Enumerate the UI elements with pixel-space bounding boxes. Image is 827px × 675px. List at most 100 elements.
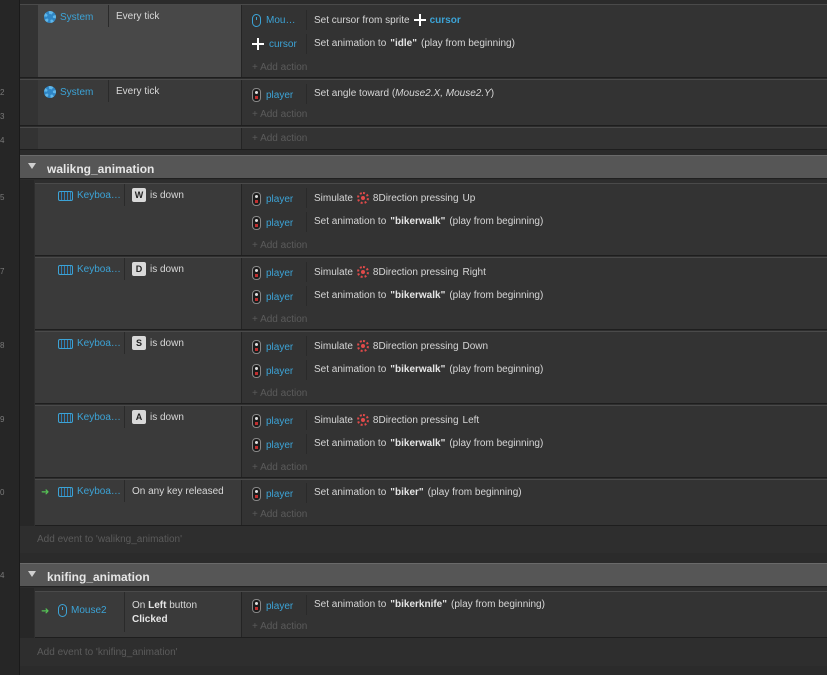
add-action-link[interactable]: + Add action	[252, 462, 307, 473]
condition-object[interactable]: System	[44, 11, 93, 23]
action-object[interactable]: player	[252, 487, 308, 501]
action-row[interactable]: player Simulate 8Direction pressing Down	[242, 334, 827, 358]
action-row[interactable]: player Set animation to "bikerwalk" (pla…	[242, 210, 827, 234]
condition-text[interactable]: W is down	[132, 188, 184, 202]
action-object[interactable]: player	[252, 340, 308, 354]
condition-object[interactable]: Keyboa…	[58, 412, 121, 423]
player-sprite-icon	[252, 216, 261, 230]
action-text[interactable]: Set animation to "biker" (play from begi…	[314, 487, 522, 498]
add-action-link[interactable]: + Add action	[252, 133, 307, 144]
add-action-link[interactable]: + Add action	[252, 509, 307, 520]
action-object[interactable]: player	[252, 192, 308, 206]
action-row[interactable]: player Simulate 8Direction pressing Left	[242, 408, 827, 432]
action-object-label: cursor	[269, 38, 297, 50]
condition-area[interactable]: System Every tick	[38, 80, 242, 125]
condition-text[interactable]: Every tick	[116, 86, 159, 97]
add-action-link[interactable]: + Add action	[252, 62, 307, 73]
condition-object[interactable]: Keyboa…	[58, 486, 121, 497]
action-row[interactable]: player Set animation to "bikerwalk" (pla…	[242, 358, 827, 382]
action-row[interactable]: player Set animation to "bikerknife" (pl…	[242, 593, 827, 617]
condition-area[interactable]: System Every tick	[38, 5, 242, 77]
action-text[interactable]: Set cursor from sprite cursor	[314, 14, 461, 26]
condition-object[interactable]: Keyboa…	[58, 338, 121, 349]
condition-text[interactable]: S is down	[132, 336, 184, 350]
condition-text[interactable]: Every tick	[116, 11, 159, 22]
condition-text[interactable]: On any key released	[132, 486, 224, 497]
action-text[interactable]: Set animation to "bikerwalk" (play from …	[314, 438, 543, 449]
action-text[interactable]: Set animation to "bikerknife" (play from…	[314, 599, 545, 610]
event-row-key-s[interactable]: Keyboa… S is down player Simulate 8Direc…	[35, 331, 827, 404]
action-text[interactable]: Simulate 8Direction pressing Down	[314, 340, 488, 352]
action-object[interactable]: player	[252, 216, 308, 230]
action-text[interactable]: Simulate 8Direction pressing Left	[314, 414, 479, 426]
group-header-walking[interactable]: walikng_animation	[20, 155, 827, 179]
action-area: player Simulate 8Direction pressing Left…	[242, 406, 827, 477]
condition-area[interactable]: Keyboa… W is down	[35, 184, 242, 255]
action-object[interactable]: player	[252, 88, 308, 102]
action-object[interactable]: player	[252, 599, 308, 613]
action-text[interactable]: Set animation to "bikerwalk" (play from …	[314, 290, 543, 301]
action-object[interactable]: player	[252, 290, 308, 304]
action-divider	[306, 336, 307, 356]
action-object[interactable]: cursor	[252, 38, 308, 50]
collapse-triangle-icon[interactable]	[28, 571, 36, 577]
action-text[interactable]: Set animation to "idle" (play from begin…	[314, 38, 515, 49]
event-row-3[interactable]: + Add action	[20, 127, 827, 150]
action-suffix: (play from beginning)	[449, 290, 544, 301]
action-object[interactable]: player	[252, 438, 308, 452]
event-row-key-released[interactable]: ➜ Keyboa… On any key released player Set…	[35, 479, 827, 526]
action-object[interactable]: Mou…	[252, 14, 308, 27]
condition-text[interactable]: D is down	[132, 262, 184, 276]
condition-text[interactable]: A is down	[132, 410, 184, 424]
action-object[interactable]: player	[252, 414, 308, 428]
action-description: Set animation to	[314, 487, 387, 498]
condition-object-label: Keyboa…	[77, 190, 121, 201]
condition-area[interactable]: Keyboa… D is down	[35, 258, 242, 329]
event-row-key-w[interactable]: Keyboa… W is down player Simulate 8Direc…	[35, 183, 827, 256]
action-row[interactable]: Mou… Set cursor from sprite cursor	[242, 8, 827, 32]
condition-object[interactable]: Keyboa…	[58, 264, 121, 275]
event-row-key-a[interactable]: Keyboa… A is down player Simulate 8Direc…	[35, 405, 827, 478]
collapse-triangle-icon[interactable]	[28, 163, 36, 169]
action-area: player Simulate 8Direction pressing Up p…	[242, 184, 827, 255]
condition-area[interactable]: Keyboa… S is down	[35, 332, 242, 403]
add-event-link[interactable]: Add event to 'walikng_animation'	[37, 534, 182, 545]
action-text[interactable]: Simulate 8Direction pressing Up	[314, 192, 475, 204]
add-action-link[interactable]: + Add action	[252, 109, 307, 120]
condition-area[interactable]: ➜ Mouse2 On Left button Clicked	[35, 592, 242, 637]
event-number: 9	[0, 415, 5, 424]
action-row[interactable]: player Set animation to "bikerwalk" (pla…	[242, 284, 827, 308]
condition-object[interactable]: Keyboa…	[58, 190, 121, 201]
action-object[interactable]: player	[252, 266, 308, 280]
condition-object[interactable]: Mouse2	[58, 604, 107, 617]
condition-area[interactable]: Keyboa… A is down	[35, 406, 242, 477]
event-row-1[interactable]: System Every tick Mou… Set cursor from s…	[20, 4, 827, 78]
action-row[interactable]: player Simulate 8Direction pressing Up	[242, 186, 827, 210]
action-object[interactable]: player	[252, 364, 308, 378]
action-row[interactable]: player Set animation to "biker" (play fr…	[242, 481, 827, 505]
condition-area[interactable]	[38, 128, 242, 149]
action-text[interactable]: Simulate 8Direction pressing Right	[314, 266, 486, 278]
add-action-link[interactable]: + Add action	[252, 388, 307, 399]
condition-text[interactable]: On Left button Clicked	[132, 599, 197, 627]
action-object-label: player	[266, 488, 294, 500]
action-row[interactable]: player Set angle toward (Mouse2.X, Mouse…	[242, 82, 827, 106]
add-event-link[interactable]: Add event to 'knifing_animation'	[37, 647, 178, 658]
action-row[interactable]: player Set animation to "bikerwalk" (pla…	[242, 432, 827, 456]
action-row[interactable]: player Simulate 8Direction pressing Righ…	[242, 260, 827, 284]
condition-object[interactable]: System	[44, 86, 93, 98]
action-description: Set animation to	[314, 364, 387, 375]
condition-area[interactable]: ➜ Keyboa… On any key released	[35, 480, 242, 525]
action-divider	[306, 434, 307, 454]
add-action-link[interactable]: + Add action	[252, 314, 307, 325]
event-row-key-d[interactable]: Keyboa… D is down player Simulate 8Direc…	[35, 257, 827, 330]
event-row-mouse-click[interactable]: ➜ Mouse2 On Left button Clicked player S…	[35, 591, 827, 638]
add-action-link[interactable]: + Add action	[252, 621, 307, 632]
action-text[interactable]: Set animation to "bikerwalk" (play from …	[314, 364, 543, 375]
event-row-2[interactable]: System Every tick player Set angle towar…	[20, 79, 827, 126]
action-row[interactable]: cursor Set animation to "idle" (play fro…	[242, 32, 827, 56]
group-header-knifing[interactable]: knifing_animation	[20, 563, 827, 587]
action-text[interactable]: Set animation to "bikerwalk" (play from …	[314, 216, 543, 227]
action-text[interactable]: Set angle toward (Mouse2.X, Mouse2.Y)	[314, 88, 494, 99]
add-action-link[interactable]: + Add action	[252, 240, 307, 251]
